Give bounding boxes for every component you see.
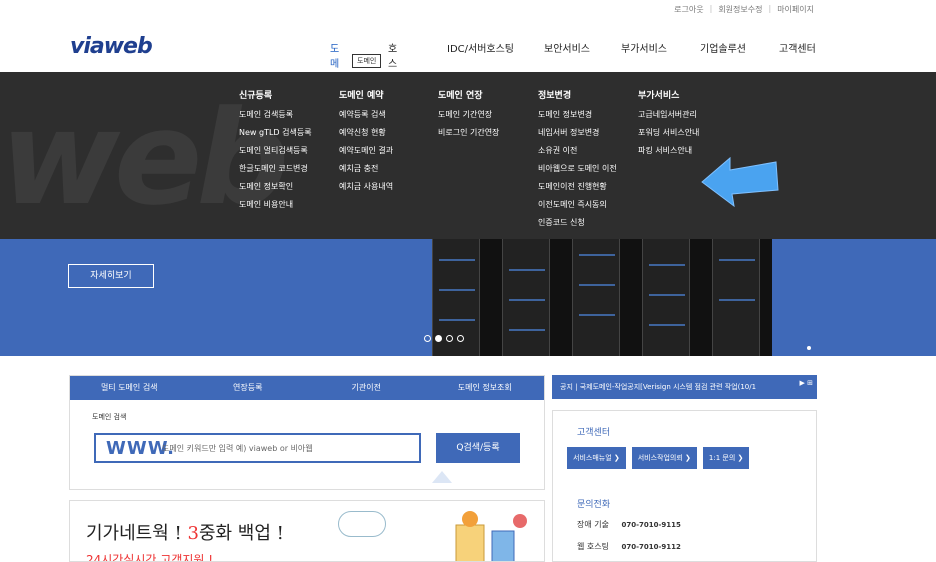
menu-item[interactable]: 비로그인 기간연장 <box>438 124 499 142</box>
slider-dots <box>424 335 464 342</box>
notice-text: 공지 | 국제도메인-작업공지[Verisign 시스템 점검 관련 작업(10… <box>560 383 757 391</box>
menu-heading: 부가서비스 <box>638 91 680 101</box>
arrow-pointer-icon <box>701 156 779 208</box>
slide-dot[interactable] <box>457 335 464 342</box>
separator: | <box>709 4 713 13</box>
menu-item[interactable]: New gTLD 검색등록 <box>239 124 312 142</box>
menu-column-change: 정보변경 도메인 정보변경 네임서버 정보변경 소유권 이전 비아웹으로 도메인… <box>538 87 617 232</box>
server-image <box>432 239 772 356</box>
domain-search-panel: 멀티 도메인 검색 연장등록 기관이전 도메인 정보조회 도메인 검색 WWW.… <box>69 375 545 490</box>
notice-bar[interactable]: 공지 | 국제도메인-작업공지[Verisign 시스템 점검 관련 작업(10… <box>552 375 817 399</box>
one-on-one-button[interactable]: 1:1 문의 ❯ <box>702 447 750 469</box>
menu-item[interactable]: 도메인 기간연장 <box>438 106 499 124</box>
menu-heading: 도메인 연장 <box>438 91 483 101</box>
menu-heading: 신규등록 <box>239 91 273 101</box>
indicator-dot <box>807 346 811 350</box>
hero-banner: 자세히보기 <box>0 239 936 356</box>
nav-enterprise[interactable]: 기업솔루션 <box>700 40 746 55</box>
service-manual-button[interactable]: 서비스매뉴얼 ❯ <box>567 447 626 469</box>
tab-whois[interactable]: 도메인 정보조회 <box>426 376 545 400</box>
menu-item[interactable]: 인증코드 신청 <box>538 214 617 232</box>
menu-item[interactable]: 도메인 멀티검색등록 <box>239 142 312 160</box>
customer-center-panel: 고객센터 서비스매뉴얼 ❯ 서비스작업의뢰 ❯ 1:1 문의 ❯ 문의전화 장애… <box>552 410 817 562</box>
search-tabs: 멀티 도메인 검색 연장등록 기관이전 도메인 정보조회 <box>70 376 544 400</box>
promo-banner[interactable]: 기가네트웍 ! 3중화 백업 ! 24시간실시간 고객지원 ! <box>69 500 545 562</box>
menu-item[interactable]: 한글도메인 코드변경 <box>239 160 312 178</box>
menu-item[interactable]: 예치금 사용내역 <box>339 178 393 196</box>
search-input[interactable]: WWW. 도메인 키워드만 입력 예) viaweb or 비아웹 <box>94 433 421 463</box>
nav-addon[interactable]: 부가서비스 <box>621 40 667 55</box>
promo-headline: 기가네트웍 ! 3중화 백업 ! <box>86 519 284 545</box>
separator: | <box>768 4 772 13</box>
menu-item[interactable]: 이전도메인 즉시동의 <box>538 196 617 214</box>
notice-controls-icon[interactable]: ▶ ⊞ <box>800 375 813 395</box>
nav-idc[interactable]: IDC/서버호스팅 <box>447 40 514 55</box>
slide-dot[interactable] <box>424 335 431 342</box>
promo-number: 3 <box>187 523 199 544</box>
phone-number: 070-7010-9115 <box>621 521 681 529</box>
menu-heading: 정보변경 <box>538 91 572 101</box>
search-placeholder: 도메인 키워드만 입력 예) viaweb or 비아웹 <box>162 444 313 453</box>
decor-triangle <box>432 471 452 483</box>
menu-column-addon: 부가서비스 고급네임서버관리 포워딩 서비스안내 파킹 서비스안내 <box>638 87 699 160</box>
tab-multi-search[interactable]: 멀티 도메인 검색 <box>70 376 189 400</box>
cartoon-illustration <box>455 511 527 561</box>
tab-transfer[interactable]: 기관이전 <box>307 376 426 400</box>
menu-column-reserve: 도메인 예약 예약등록 검색 예약신청 현황 예약도메인 결과 예치금 충전 예… <box>339 87 393 196</box>
promo-text: 기가네트웍 ! <box>86 523 188 544</box>
menu-item[interactable]: 네임서버 정보변경 <box>538 124 617 142</box>
menu-heading: 도메인 예약 <box>339 91 384 101</box>
header: viaweb 도메인 호스팅 IDC/서버호스팅 보안서비스 부가서비스 기업솔… <box>0 20 936 85</box>
slide-dot-active[interactable] <box>435 335 442 342</box>
menu-item[interactable]: 비아웹으로 도메인 이전 <box>538 160 617 178</box>
phone-row: 웹 호스팅 070-7010-9112 <box>577 541 681 552</box>
menu-item[interactable]: 도메인 검색등록 <box>239 106 312 124</box>
phone-title: 문의전화 <box>577 500 611 510</box>
phone-label: 장애 기술 <box>577 520 609 529</box>
phone-row: 장애 기술 070-7010-9115 <box>577 519 681 530</box>
cs-buttons: 서비스매뉴얼 ❯ 서비스작업의뢰 ❯ 1:1 문의 ❯ <box>567 447 750 469</box>
menu-item[interactable]: 도메인이전 진행현황 <box>538 178 617 196</box>
menu-item[interactable]: 포워딩 서비스안내 <box>638 124 699 142</box>
tab-renew[interactable]: 연장등록 <box>189 376 308 400</box>
service-request-button[interactable]: 서비스작업의뢰 ❯ <box>631 447 697 469</box>
cs-title: 고객센터 <box>577 428 611 438</box>
menu-item[interactable]: 도메인 정보변경 <box>538 106 617 124</box>
menu-column-new: 신규등록 도메인 검색등록 New gTLD 검색등록 도메인 멀티검색등록 한… <box>239 87 312 214</box>
slide-dot[interactable] <box>446 335 453 342</box>
menu-item[interactable]: 예약등록 검색 <box>339 106 393 124</box>
nav-tooltip: 도메인 <box>352 54 382 68</box>
mega-menu: web 신규등록 도메인 검색등록 New gTLD 검색등록 도메인 멀티검색… <box>0 72 936 239</box>
logout-link[interactable]: 로그아웃 <box>674 4 703 15</box>
mypage-link[interactable]: 마이페이지 <box>777 4 814 15</box>
menu-item[interactable]: 도메인 정보확인 <box>239 178 312 196</box>
viaweb-logo[interactable]: viaweb <box>70 34 153 59</box>
menu-item[interactable]: 예약신청 현황 <box>339 124 393 142</box>
nav-support[interactable]: 고객센터 <box>779 40 816 55</box>
menu-item[interactable]: 예치금 충전 <box>339 160 393 178</box>
promo-text: 중화 백업 ! <box>198 523 284 544</box>
menu-column-renew: 도메인 연장 도메인 기간연장 비로그인 기간연장 <box>438 87 499 142</box>
search-label: 도메인 검색 <box>92 413 127 421</box>
learn-more-button[interactable]: 자세히보기 <box>68 264 154 288</box>
phone-number: 070-7010-9112 <box>621 543 681 551</box>
cloud-icon <box>338 511 386 537</box>
menu-item[interactable]: 고급네임서버관리 <box>638 106 699 124</box>
menu-item[interactable]: 도메인 비용안내 <box>239 196 312 214</box>
top-links: 로그아웃 | 회원정보수정 | 마이페이지 <box>674 4 814 15</box>
top-utility-bar: 로그아웃 | 회원정보수정 | 마이페이지 <box>0 0 936 20</box>
nav-security[interactable]: 보안서비스 <box>544 40 590 55</box>
phone-label: 웹 호스팅 <box>577 542 609 551</box>
menu-item[interactable]: 소유권 이전 <box>538 142 617 160</box>
menu-item[interactable]: 파킹 서비스안내 <box>638 142 699 160</box>
menu-item[interactable]: 예약도메인 결과 <box>339 142 393 160</box>
search-register-button[interactable]: Q검색/등록 <box>436 433 520 463</box>
member-edit-link[interactable]: 회원정보수정 <box>718 4 762 15</box>
promo-subline: 24시간실시간 고객지원 ! <box>86 553 214 562</box>
